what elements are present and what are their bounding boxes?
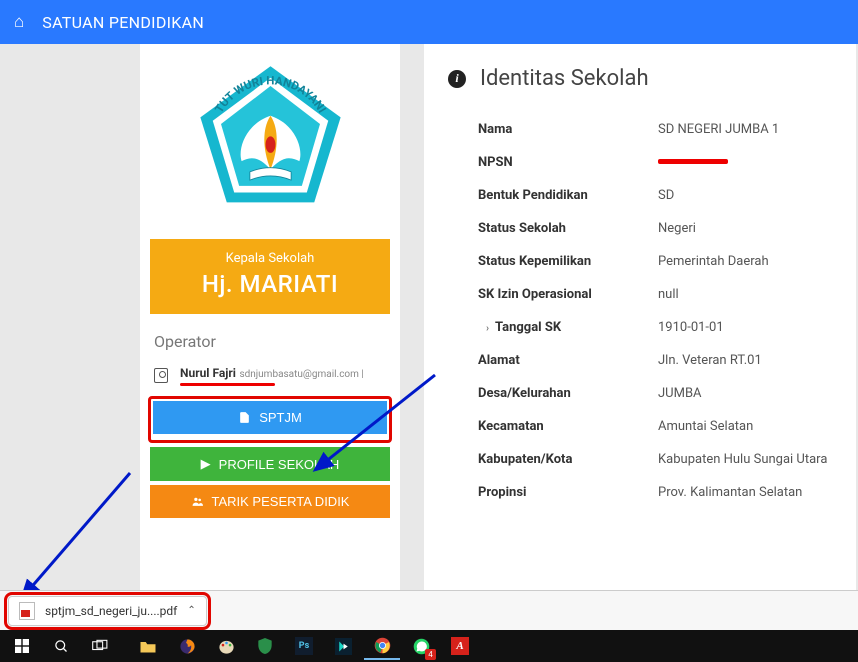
identity-value: Negeri [658,221,696,236]
identity-row: Desa/KelurahanJUMBA [448,377,832,410]
chevron-up-icon[interactable]: ⌃ [187,605,195,616]
people-icon [191,495,204,508]
main-content: TUT WURI HANDAYANI Kepala Sekolah Hj. MA… [0,44,858,614]
app-header: ⌂ SATUAN PENDIDIKAN [0,0,858,44]
identity-section-title: Identitas Sekolah [480,66,649,91]
download-bar: sptjm_sd_negeri_ju....pdf ⌃ [0,590,858,630]
firefox-icon[interactable] [169,632,205,660]
profile-sekolah-button[interactable]: ▶ PROFILE SEKOLAH [150,447,390,481]
identity-key: Status Kepemilikan [478,254,658,269]
identity-key: Nama [478,122,658,137]
identity-row: Bentuk PendidikanSD [448,179,832,212]
identity-key: Desa/Kelurahan [478,386,658,401]
identity-key: Status Sekolah [478,221,658,236]
identity-row: Kabupaten/KotaKabupaten Hulu Sungai Utar… [448,443,832,476]
identity-value: Prov. Kalimantan Selatan [658,485,802,500]
person-badge-icon [154,368,168,383]
antivirus-icon[interactable] [247,632,283,660]
left-panel: TUT WURI HANDAYANI Kepala Sekolah Hj. MA… [140,44,400,614]
operator-email: sdnjumbasatu@gmail.com | [239,369,363,380]
chrome-icon[interactable] [364,632,400,660]
head-teacher-box: Kepala Sekolah Hj. MARIATI [150,239,390,314]
identity-value: SD NEGERI JUMBA 1 [658,122,779,137]
chevron-right-icon: › [486,323,489,334]
task-view-icon[interactable] [82,632,118,660]
file-explorer-icon[interactable] [130,632,166,660]
photoshop-icon[interactable]: Ps [286,632,322,660]
school-logo: TUT WURI HANDAYANI [150,54,390,233]
identity-row: ›Tanggal SK1910-01-01 [448,311,832,344]
identity-list: NamaSD NEGERI JUMBA 1 NPSN Bentuk Pendidik… [448,113,832,509]
home-icon[interactable]: ⌂ [14,12,24,32]
redaction-mark [180,383,275,386]
page-title: SATUAN PENDIDIKAN [42,13,204,32]
download-chip[interactable]: sptjm_sd_negeri_ju....pdf ⌃ [8,596,207,626]
acrobat-icon[interactable]: A [442,632,478,660]
download-filename: sptjm_sd_negeri_ju....pdf [45,604,177,618]
sptjm-button-label: SPTJM [259,410,302,425]
identity-value: Pemerintah Daerah [658,254,769,269]
whatsapp-icon[interactable]: 4 [403,632,439,660]
identity-row: AlamatJln. Veteran RT.01 [448,344,832,377]
redaction-mark [658,159,728,164]
identity-value: 1910-01-01 [658,320,724,335]
document-icon [238,411,251,424]
identity-key: Bentuk Pendidikan [478,188,658,203]
identity-panel: i Identitas Sekolah NamaSD NEGERI JUMBA … [424,44,856,614]
info-icon: i [448,70,466,88]
start-button[interactable] [4,632,40,660]
identity-row: SK Izin Operasionalnull [448,278,832,311]
identity-key: Propinsi [478,485,658,500]
pdf-icon [19,602,35,620]
identity-row: NamaSD NEGERI JUMBA 1 [448,113,832,146]
head-teacher-name: Hj. MARIATI [158,270,382,298]
identity-key: ›Tanggal SK [478,320,658,335]
sptjm-button[interactable]: SPTJM [153,401,387,434]
operator-name: Nurul Fajri [180,366,236,380]
paint-icon[interactable] [208,632,244,660]
identity-value: SD [658,188,674,203]
search-icon[interactable] [43,632,79,660]
tarik-button-label: TARIK PESERTA DIDIK [212,494,350,509]
identity-section-header: i Identitas Sekolah [448,66,832,91]
identity-row: KecamatanAmuntai Selatan [448,410,832,443]
identity-row: Status KepemilikanPemerintah Daerah [448,245,832,278]
identity-value: Kabupaten Hulu Sungai Utara [658,452,827,467]
highlight-sptjm: SPTJM [148,396,392,443]
identity-row: Status SekolahNegeri [448,212,832,245]
identity-value: Amuntai Selatan [658,419,753,434]
identity-key: Kecamatan [478,419,658,434]
play-icon: ▶ [201,456,211,472]
filmora-icon[interactable] [325,632,361,660]
profile-button-label: PROFILE SEKOLAH [219,457,340,472]
identity-key: Alamat [478,353,658,368]
head-teacher-label: Kepala Sekolah [158,251,382,266]
identity-row: PropinsiProv. Kalimantan Selatan [448,476,832,509]
tut-wuri-handayani-logo: TUT WURI HANDAYANI [188,58,353,223]
identity-value: Jln. Veteran RT.01 [658,353,762,368]
windows-taskbar: Ps 4 A [0,630,858,662]
identity-key: SK Izin Operasional [478,287,658,302]
identity-value: null [658,287,679,302]
operator-section-label: Operator [154,332,390,351]
identity-value [658,155,728,170]
operator-row: Nurul Fajri sdnjumbasatu@gmail.com | [150,365,390,386]
identity-key: NPSN [478,155,658,170]
tarik-peserta-button[interactable]: TARIK PESERTA DIDIK [150,485,390,518]
identity-row: NPSN [448,146,832,179]
identity-key: Kabupaten/Kota [478,452,658,467]
identity-value: JUMBA [658,386,702,401]
